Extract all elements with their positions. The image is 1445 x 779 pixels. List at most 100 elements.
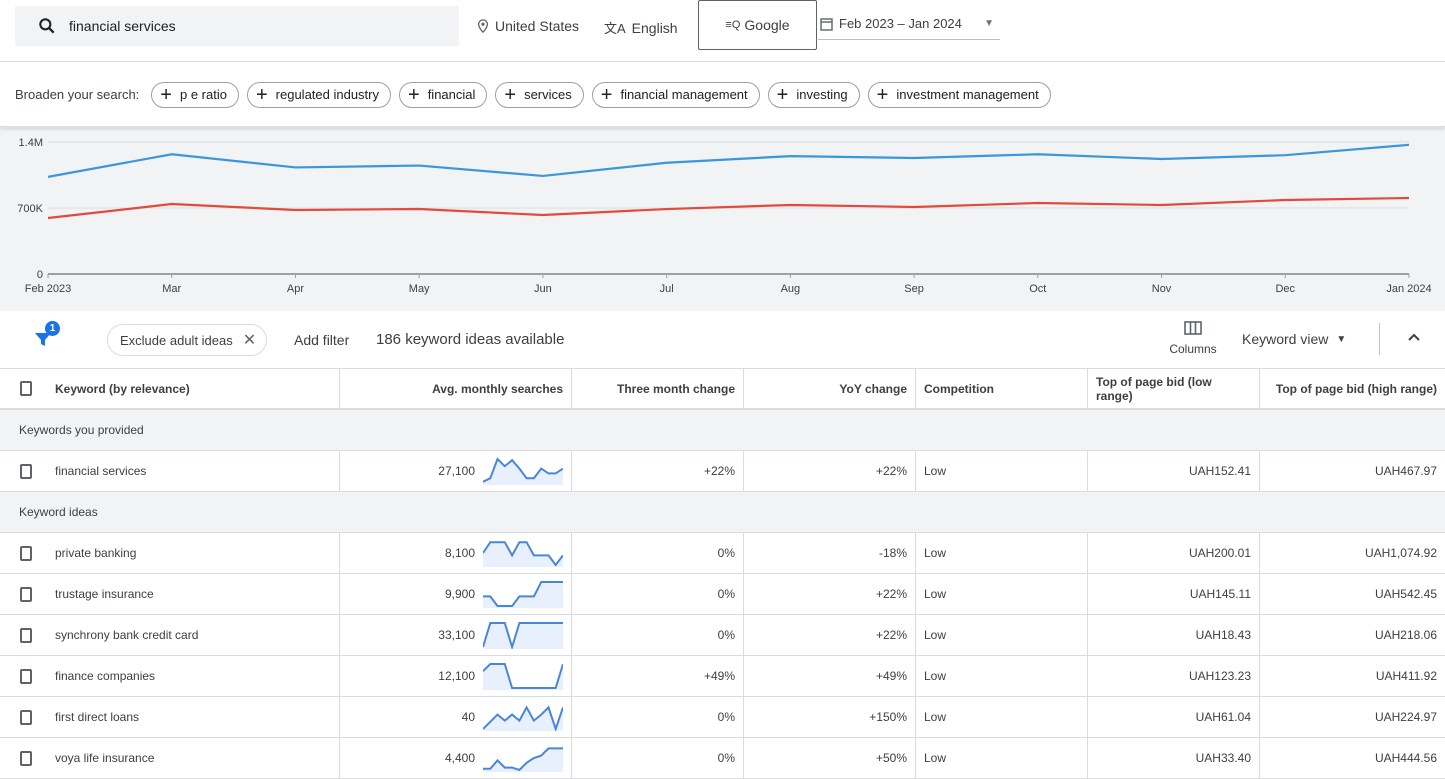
- series-line-0: [48, 145, 1409, 177]
- row-checkbox[interactable]: [20, 669, 32, 684]
- broaden-chip[interactable]: +financial management: [592, 82, 760, 108]
- keyword-value: finance companies: [55, 669, 155, 683]
- table-row[interactable]: private banking8,1000%-18%LowUAH200.01UA…: [0, 533, 1445, 574]
- checkbox-cell[interactable]: [0, 533, 40, 573]
- keyword-cell[interactable]: trustage insurance: [40, 574, 340, 614]
- search-icon: [37, 16, 57, 36]
- comp-value: Low: [924, 587, 946, 601]
- row-checkbox[interactable]: [20, 751, 32, 766]
- column-header[interactable]: Three month change: [572, 369, 744, 408]
- three-cell: 0%: [572, 738, 744, 778]
- select-all-checkbox[interactable]: [20, 381, 32, 396]
- column-header[interactable]: Top of page bid (high range): [1260, 369, 1445, 408]
- high-cell: UAH411.92: [1260, 656, 1445, 696]
- broaden-chip[interactable]: + p e ratio: [151, 82, 239, 108]
- broaden-chip[interactable]: +investing: [768, 82, 860, 108]
- row-checkbox[interactable]: [20, 628, 32, 643]
- yoy-cell: +50%: [744, 738, 916, 778]
- comp-cell: Low: [916, 615, 1088, 655]
- yoy-value: -18%: [879, 546, 907, 560]
- broaden-chip[interactable]: +regulated industry: [247, 82, 391, 108]
- dropdown-arrow-icon: ▼: [984, 18, 994, 29]
- checkbox-cell[interactable]: [0, 451, 40, 491]
- row-checkbox[interactable]: [20, 587, 32, 602]
- network-selector[interactable]: ≡Q Google: [698, 0, 817, 50]
- yoy-cell: -18%: [744, 533, 916, 573]
- broaden-label: Broaden your search:: [15, 87, 139, 102]
- row-checkbox[interactable]: [20, 546, 32, 561]
- column-header[interactable]: Top of page bid (low range): [1088, 369, 1260, 408]
- language-selector[interactable]: 文A English: [604, 18, 678, 37]
- chip-label: services: [524, 87, 572, 102]
- keyword-cell[interactable]: financial services: [40, 451, 340, 491]
- checkbox-cell[interactable]: [0, 697, 40, 737]
- checkbox-cell[interactable]: [0, 615, 40, 655]
- columns-button[interactable]: Columns: [1166, 321, 1220, 356]
- high-cell: UAH542.45: [1260, 574, 1445, 614]
- select-all-cell[interactable]: [0, 369, 40, 408]
- broaden-chip[interactable]: +investment management: [868, 82, 1051, 108]
- low-cell: UAH61.04: [1088, 697, 1260, 737]
- keyword-cell[interactable]: synchrony bank credit card: [40, 615, 340, 655]
- broaden-chip[interactable]: + services: [495, 82, 583, 108]
- high-value: UAH444.56: [1375, 751, 1437, 765]
- date-range-selector[interactable]: Feb 2023 – Jan 2024 ▼: [818, 8, 1000, 40]
- keyword-value: trustage insurance: [55, 587, 154, 601]
- collapse-button[interactable]: [1406, 329, 1422, 350]
- sparkline-area: [483, 748, 563, 772]
- plus-icon: +: [504, 85, 516, 105]
- checkbox-cell[interactable]: [0, 656, 40, 696]
- keyword-view-dropdown[interactable]: Keyword view ▼: [1242, 331, 1346, 347]
- column-header[interactable]: Competition: [916, 369, 1088, 408]
- checkbox-cell[interactable]: [0, 738, 40, 778]
- broaden-chip[interactable]: +financial: [399, 82, 487, 108]
- table-row[interactable]: voya life insurance4,4000%+50%LowUAH33.4…: [0, 738, 1445, 779]
- comp-value: Low: [924, 464, 946, 478]
- plus-icon: +: [160, 85, 172, 105]
- three-value: 0%: [718, 587, 735, 601]
- filter-button[interactable]: 1: [33, 329, 53, 354]
- exclude-adult-filter-chip[interactable]: Exclude adult ideas ✕: [107, 324, 267, 356]
- search-input[interactable]: financial services: [15, 6, 459, 46]
- searches-cell: 33,100: [340, 615, 572, 655]
- column-header[interactable]: Avg. monthly searches: [340, 369, 572, 408]
- table-row[interactable]: financial services27,100+22%+22%LowUAH15…: [0, 451, 1445, 492]
- row-checkbox[interactable]: [20, 710, 32, 725]
- x-tick-label: Aug: [781, 283, 801, 295]
- broaden-search-bar: Broaden your search: + p e ratio +regulate…: [0, 63, 1445, 127]
- plus-icon: +: [601, 85, 613, 105]
- table-row[interactable]: finance companies12,100+49%+49%LowUAH123…: [0, 656, 1445, 697]
- row-checkbox[interactable]: [20, 464, 32, 479]
- table-row[interactable]: synchrony bank credit card33,1000%+22%Lo…: [0, 615, 1445, 656]
- table-row[interactable]: first direct loans400%+150%LowUAH61.04UA…: [0, 697, 1445, 738]
- comp-value: Low: [924, 628, 946, 642]
- plus-icon: +: [877, 85, 889, 105]
- group-header: Keywords you provided: [0, 410, 1445, 451]
- searches-cell: 27,100: [340, 451, 572, 491]
- checkbox-cell[interactable]: [0, 574, 40, 614]
- column-header[interactable]: Keyword (by relevance): [40, 369, 340, 408]
- three-cell: 0%: [572, 533, 744, 573]
- high-cell: UAH467.97: [1260, 451, 1445, 491]
- three-cell: 0%: [572, 615, 744, 655]
- chip-label: investing: [796, 87, 847, 102]
- keyword-cell[interactable]: first direct loans: [40, 697, 340, 737]
- keyword-cell[interactable]: finance companies: [40, 656, 340, 696]
- high-cell: UAH444.56: [1260, 738, 1445, 778]
- filter-chip-label: Exclude adult ideas: [120, 333, 233, 348]
- table-row[interactable]: trustage insurance9,9000%+22%LowUAH145.1…: [0, 574, 1445, 615]
- high-value: UAH218.06: [1375, 628, 1437, 642]
- three-value: +49%: [704, 669, 735, 683]
- add-filter-button[interactable]: Add filter: [294, 332, 349, 348]
- three-value: 0%: [718, 710, 735, 724]
- column-header[interactable]: YoY change: [744, 369, 916, 408]
- keyword-cell[interactable]: voya life insurance: [40, 738, 340, 778]
- keyword-cell[interactable]: private banking: [40, 533, 340, 573]
- location-selector[interactable]: United States: [477, 18, 579, 34]
- sparkline-area: [483, 542, 563, 567]
- close-icon[interactable]: ✕: [243, 330, 256, 350]
- chip-label: p e ratio: [180, 87, 227, 102]
- low-value: UAH145.11: [1190, 587, 1251, 601]
- low-cell: UAH152.41: [1088, 451, 1260, 491]
- comp-cell: Low: [916, 697, 1088, 737]
